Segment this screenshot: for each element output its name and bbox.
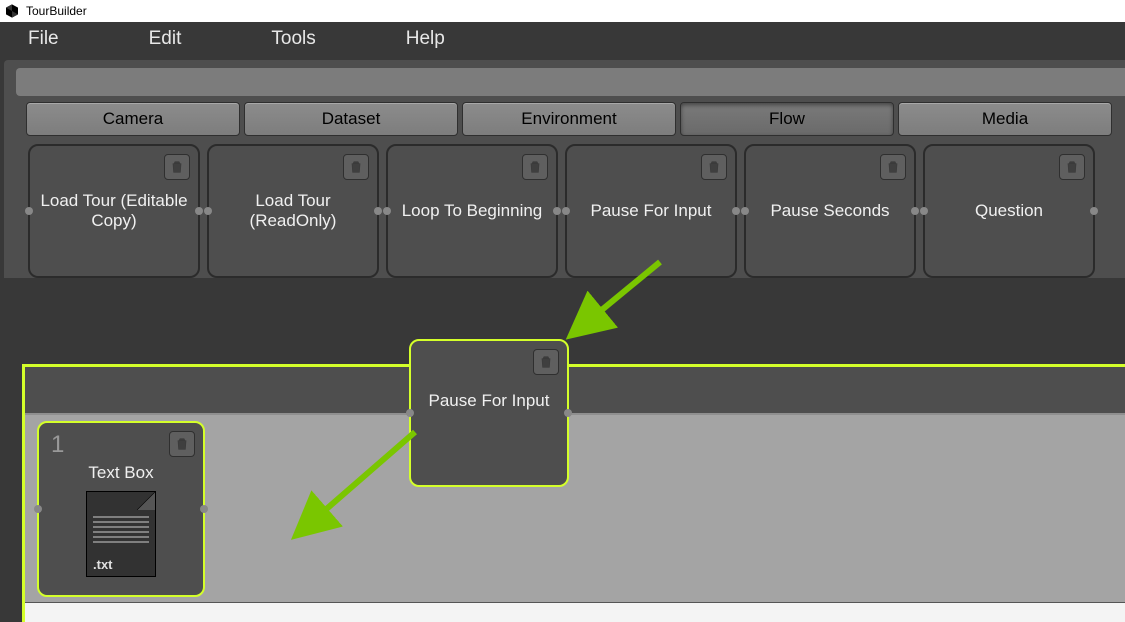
menu-tools[interactable]: Tools [271,28,315,50]
connection-port[interactable] [1090,207,1098,215]
menu-file[interactable]: File [28,28,59,50]
trash-icon[interactable] [880,154,906,180]
category-tabs: Camera Dataset Environment Flow Media [16,102,1125,136]
palette-node-loop-to-beginning[interactable]: Loop To Beginning [386,144,558,278]
connection-port[interactable] [920,207,928,215]
connection-port[interactable] [911,207,919,215]
slot-number: 1 [51,431,64,459]
connection-port[interactable] [732,207,740,215]
connection-port[interactable] [34,505,42,513]
canvas-node-pause-for-input[interactable]: Pause For Input [409,339,569,487]
connection-port[interactable] [200,505,208,513]
node-label: Pause For Input [591,201,712,221]
connection-port[interactable] [25,207,33,215]
palette-node-load-tour-editable[interactable]: Load Tour (Editable Copy) [28,144,200,278]
node-label: Pause Seconds [770,201,889,221]
file-ext: .txt [93,557,113,572]
canvas-header-bar [25,367,1125,415]
node-label: Question [975,201,1043,221]
tab-environment[interactable]: Environment [462,102,676,136]
tab-camera[interactable]: Camera [26,102,240,136]
horizontal-scrollbar[interactable] [25,602,1125,622]
node-label: Text Box [88,463,153,483]
timeline-canvas[interactable]: Pause For Input 1 Text Box .txt [22,364,1125,622]
trash-icon[interactable] [701,154,727,180]
connection-port[interactable] [741,207,749,215]
trash-icon[interactable] [1059,154,1085,180]
connection-port[interactable] [562,207,570,215]
titlebar: TourBuilder [0,0,1125,22]
canvas-node-text-box[interactable]: 1 Text Box .txt [37,421,205,597]
node-label: Load Tour (ReadOnly) [217,191,369,231]
connection-port[interactable] [564,409,572,417]
connection-port[interactable] [204,207,212,215]
trash-icon[interactable] [169,431,195,457]
trash-icon[interactable] [164,154,190,180]
palette-node-load-tour-readonly[interactable]: Load Tour (ReadOnly) [207,144,379,278]
editor-window: File Edit Tools Help Camera Dataset Envi… [0,22,1125,622]
trash-icon[interactable] [533,349,559,375]
tab-dataset[interactable]: Dataset [244,102,458,136]
connection-port[interactable] [374,207,382,215]
trash-icon[interactable] [522,154,548,180]
menu-help[interactable]: Help [406,28,445,50]
node-label: Load Tour (Editable Copy) [38,191,190,231]
palette-node-pause-for-input[interactable]: Pause For Input [565,144,737,278]
connection-port[interactable] [195,207,203,215]
window-title: TourBuilder [26,4,87,18]
txt-file-icon: .txt [86,491,156,577]
node-label: Pause For Input [429,391,550,411]
palette-node-row: Load Tour (Editable Copy) Load Tour (Rea… [16,136,1125,278]
connection-port[interactable] [553,207,561,215]
tab-media[interactable]: Media [898,102,1112,136]
trash-icon[interactable] [343,154,369,180]
connection-port[interactable] [383,207,391,215]
node-label: Loop To Beginning [402,201,543,221]
palette-node-question[interactable]: Question [923,144,1095,278]
unity-icon [4,3,20,19]
palette-node-pause-seconds[interactable]: Pause Seconds [744,144,916,278]
menu-edit[interactable]: Edit [149,28,182,50]
menubar: File Edit Tools Help [0,22,1125,56]
palette-panel: Camera Dataset Environment Flow Media Lo… [4,60,1125,278]
connection-port[interactable] [406,409,414,417]
tab-flow[interactable]: Flow [680,102,894,136]
